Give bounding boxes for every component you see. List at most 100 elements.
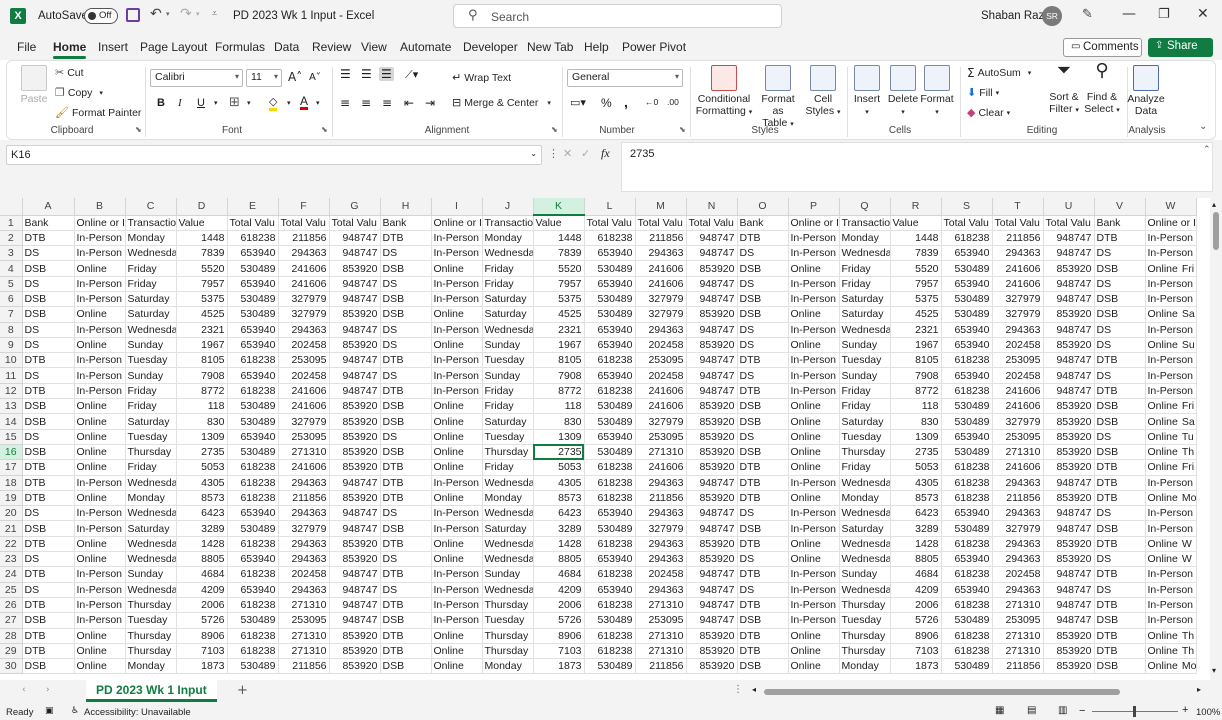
cell[interactable]: 202458 bbox=[278, 566, 330, 583]
cell[interactable]: DTB bbox=[737, 536, 789, 553]
cell[interactable]: 530489 bbox=[941, 658, 993, 675]
cell[interactable]: Online bbox=[431, 551, 483, 568]
cell[interactable]: Thursday bbox=[125, 597, 177, 614]
cell[interactable]: Tuesday bbox=[839, 429, 891, 445]
cell[interactable]: Saturday bbox=[125, 291, 177, 308]
cell[interactable]: DSB bbox=[1094, 658, 1146, 675]
cell[interactable]: Bank bbox=[737, 215, 789, 231]
cell[interactable]: In-PersonFri bbox=[1145, 383, 1197, 400]
cell[interactable]: 241606 bbox=[992, 260, 1044, 277]
cell[interactable]: DTB bbox=[737, 352, 789, 369]
dialog-launcher-icon[interactable]: ⬊ bbox=[551, 125, 558, 134]
cell[interactable]: In-PersonTu bbox=[1145, 612, 1197, 629]
page-layout-view-icon[interactable]: ▤ bbox=[1027, 705, 1036, 716]
cell[interactable]: 7957 bbox=[176, 276, 228, 292]
cell[interactable]: In-Person bbox=[788, 276, 840, 292]
cell[interactable]: In-Person bbox=[788, 520, 840, 537]
orientation-icon[interactable]: ⟋▾ bbox=[405, 68, 418, 82]
cell[interactable]: In-PersonW bbox=[1145, 322, 1197, 338]
cell[interactable]: DTB bbox=[1094, 628, 1146, 644]
cell[interactable]: DTB bbox=[380, 566, 432, 583]
redo-dropdown-icon[interactable]: ▾ bbox=[196, 10, 200, 18]
cell[interactable]: 2735 bbox=[176, 444, 228, 461]
column-header[interactable]: K bbox=[533, 198, 585, 216]
cell[interactable]: 653940 bbox=[227, 245, 279, 262]
cell[interactable]: 7908 bbox=[890, 367, 942, 384]
cell[interactable]: DTB bbox=[737, 597, 789, 614]
cell[interactable]: Friday bbox=[482, 383, 534, 400]
cell[interactable]: 1428 bbox=[176, 536, 228, 553]
cell[interactable]: DS bbox=[22, 582, 75, 598]
cell[interactable]: 1309 bbox=[176, 429, 228, 445]
cell[interactable]: In-Person bbox=[788, 566, 840, 583]
cell[interactable]: 241606 bbox=[278, 459, 330, 476]
cell[interactable]: 530489 bbox=[227, 658, 279, 675]
cell[interactable]: Monday bbox=[839, 490, 891, 507]
cell[interactable]: 2321 bbox=[890, 322, 942, 338]
column-header[interactable]: V bbox=[1094, 198, 1146, 216]
cell[interactable]: 8906 bbox=[890, 628, 942, 644]
cell-styles-button[interactable]: Cell Styles ▾ bbox=[803, 65, 843, 118]
cell[interactable]: 948747 bbox=[1043, 612, 1095, 629]
cell[interactable]: 618238 bbox=[584, 230, 636, 247]
cell[interactable]: Thursday bbox=[839, 643, 891, 660]
cell[interactable]: 211856 bbox=[992, 490, 1044, 507]
horizontal-scrollbar[interactable] bbox=[764, 689, 1120, 695]
cell[interactable]: DTB bbox=[380, 383, 432, 400]
cell[interactable]: 7103 bbox=[176, 643, 228, 660]
cell[interactable]: 4684 bbox=[890, 566, 942, 583]
autosum-button[interactable]: Σ AutoSum ▾ bbox=[967, 66, 1031, 80]
cell[interactable]: 241606 bbox=[635, 383, 687, 400]
cell[interactable]: In-PersonFri bbox=[1145, 276, 1197, 292]
cell[interactable]: 530489 bbox=[227, 398, 279, 415]
cell[interactable]: Sunday bbox=[125, 337, 177, 354]
cell[interactable]: 853920 bbox=[686, 658, 738, 675]
row-header[interactable]: 25 bbox=[0, 582, 23, 598]
cell[interactable]: 3289 bbox=[890, 520, 942, 537]
cell[interactable]: 653940 bbox=[584, 245, 636, 262]
cell[interactable]: 1309 bbox=[533, 429, 585, 445]
cell[interactable]: DTB bbox=[22, 566, 75, 583]
cell[interactable]: DS bbox=[737, 322, 789, 338]
cell[interactable]: Online bbox=[431, 459, 483, 476]
cell[interactable]: 1967 bbox=[176, 337, 228, 354]
cell[interactable]: Sunday bbox=[839, 367, 891, 384]
cell[interactable]: In-Person bbox=[788, 505, 840, 522]
cell[interactable]: 948747 bbox=[1043, 352, 1095, 369]
row-header[interactable]: 29 bbox=[0, 643, 23, 660]
cell[interactable]: Sunday bbox=[125, 367, 177, 384]
cell[interactable]: 618238 bbox=[584, 566, 636, 583]
cell[interactable]: 530489 bbox=[227, 444, 279, 461]
cell[interactable]: 653940 bbox=[227, 367, 279, 384]
select-all-corner[interactable] bbox=[0, 198, 23, 216]
column-header[interactable]: T bbox=[992, 198, 1044, 216]
cell[interactable]: Online bbox=[74, 413, 126, 430]
number-format-select[interactable]: General ▾ bbox=[567, 69, 683, 87]
menu-file[interactable]: File bbox=[17, 40, 36, 54]
cell[interactable]: Online bbox=[74, 260, 126, 277]
cell[interactable]: DTB bbox=[380, 230, 432, 247]
cell[interactable]: DTB bbox=[22, 643, 75, 660]
cell[interactable]: Bank bbox=[1094, 215, 1146, 231]
cell[interactable]: 653940 bbox=[584, 551, 636, 568]
cell[interactable]: Saturday bbox=[839, 520, 891, 537]
cell[interactable]: Thursday bbox=[839, 444, 891, 461]
cell[interactable]: Saturday bbox=[839, 291, 891, 308]
cell[interactable]: In-Person bbox=[431, 230, 483, 247]
cell[interactable]: 4209 bbox=[176, 582, 228, 598]
column-header[interactable]: A bbox=[22, 198, 75, 216]
cell[interactable]: 853920 bbox=[1043, 260, 1095, 277]
cell[interactable]: Online bbox=[74, 337, 126, 354]
align-middle-icon[interactable]: ☰ bbox=[361, 67, 372, 81]
cell[interactable]: Friday bbox=[839, 276, 891, 292]
cell[interactable]: 853920 bbox=[329, 643, 381, 660]
decrease-font-icon[interactable]: A˅ bbox=[309, 72, 321, 83]
cell[interactable]: In-Person bbox=[431, 276, 483, 292]
cell[interactable]: 653940 bbox=[227, 322, 279, 338]
cell[interactable]: 653940 bbox=[227, 505, 279, 522]
cell[interactable]: 853920 bbox=[1043, 398, 1095, 415]
cell[interactable]: 530489 bbox=[227, 413, 279, 430]
cell[interactable]: 530489 bbox=[227, 612, 279, 629]
cell[interactable]: 530489 bbox=[584, 291, 636, 308]
cell[interactable]: 853920 bbox=[1043, 490, 1095, 507]
